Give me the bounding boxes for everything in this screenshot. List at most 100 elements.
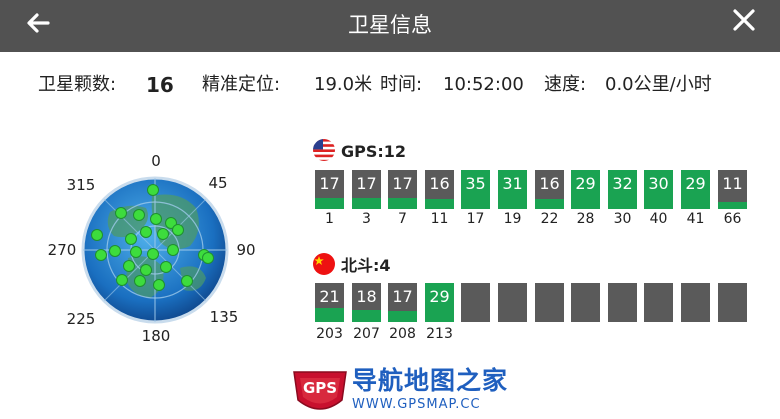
gps-shield-logo: GPS [293,371,347,410]
logo-text: GPS [303,379,337,397]
beidou-prn-label: 207 [353,326,380,342]
beidou-signal-bar [461,283,490,322]
time-value: 10:52:00 [443,74,524,95]
gps-snr-value: 16 [539,174,560,193]
watermark-name: 导航地图之家 [352,366,509,395]
satellite-dot [160,261,172,273]
satellite-dot [125,233,137,245]
gps-snr-value: 17 [356,174,377,193]
gps-snr-value: 29 [575,174,596,193]
beidou-signal-bar: 18 [352,283,381,322]
direction-label-45: 45 [208,174,227,192]
direction-label-0: 0 [151,152,161,170]
satellite-dot [109,245,121,257]
satellite-dot [150,213,162,225]
beidou-prn-label: 203 [316,326,343,342]
satellite-dot [147,248,159,260]
satellite-dot [140,226,152,238]
info-row: 卫星颗数: 16 精准定位: 19.0米 时间: 10:52:00 速度: 0.… [38,72,768,98]
gps-prn-label: 28 [576,211,595,227]
gps-snr-value: 35 [465,174,486,193]
gps-snr-value: 29 [685,174,706,193]
gps-snr-value: 17 [319,174,340,193]
speed-value: 0.0公里/小时 [605,74,712,95]
gps-signal-bar: 35 [461,170,490,209]
gps-signal-bar: 32 [608,170,637,209]
gps-signal-bar: 16 [425,170,454,209]
sat-count-label: 卫星颗数: [38,74,117,95]
gps-signal-level [535,199,564,209]
gps-snr-value: 30 [648,174,669,193]
direction-label-315: 315 [67,176,96,194]
top-bar: 卫星信息 [0,0,780,52]
satellite-dot [153,279,165,291]
beidou-snr-value: 29 [429,287,450,306]
satellite-dot [130,246,142,258]
time-label: 时间: [380,74,423,95]
satellite-dot [95,249,107,261]
satellite-dot [172,224,184,236]
gps-title: GPS:12 [341,142,407,161]
gps-prn-label: 66 [723,211,742,227]
satellite-dot [133,209,145,221]
close-button[interactable] [722,4,766,48]
beidou-prn-label: 208 [389,326,416,342]
gps-signal-bar: 31 [498,170,527,209]
satellite-dot [202,252,214,264]
usa-flag-icon [313,139,335,161]
gps-snr-value: 17 [392,174,413,193]
satellite-dot [91,229,103,241]
close-icon [733,9,755,31]
satellite-dot [116,274,128,286]
gps-prn-label: 17 [466,211,485,227]
gps-snr-value: 32 [612,174,633,193]
direction-label-270: 270 [48,241,77,259]
beidou-prn-label: 213 [426,326,453,342]
direction-label-225: 225 [67,310,96,328]
gps-signal-bar: 17 [352,170,381,209]
china-flag-icon [313,253,335,275]
arrow-left-icon [27,13,50,33]
direction-label-180: 180 [142,327,171,345]
beidou-signal-level [388,311,417,322]
beidou-signal-bar: 17 [388,283,417,322]
gps-prn-label: 22 [540,211,559,227]
sat-count-value: 16 [146,73,174,97]
speed-label: 速度: [544,74,587,95]
gps-signal-bar: 29 [571,170,600,209]
gps-prn-label: 30 [613,211,632,227]
gps-snr-value: 11 [722,174,743,193]
gps-signal-bar: 30 [644,170,673,209]
beidou-signal-bar [571,283,600,322]
gps-prn-label: 11 [430,211,449,227]
beidou-title: 北斗:4 [341,256,391,275]
back-button[interactable] [18,4,62,48]
satellite-radar: 0 45 90 135 180 225 270 315 [48,152,256,345]
beidou-signal-bar: 21 [315,283,344,322]
satellite-dot [134,275,146,287]
beidou-snr-value: 17 [392,287,413,306]
gps-snr-value: 31 [502,174,523,193]
gps-signal-level [315,198,344,209]
gps-signal-bar: 29 [681,170,710,209]
beidou-signal-bar: 29 [425,283,454,322]
satellite-dot [123,260,135,272]
gps-prn-label: 41 [686,211,705,227]
page-title: 卫星信息 [348,13,432,37]
gps-signal-level [352,198,381,209]
gps-signal-bar: 16 [535,170,564,209]
beidou-signal-bar [498,283,527,322]
watermark-url: WWW.GPSMAP.CC [352,397,481,412]
gps-signal-level [388,198,417,209]
gps-prn-label: 7 [398,211,407,227]
satellite-dot [167,244,179,256]
gps-prn-label: 3 [362,211,371,227]
gps-signal-bar: 17 [388,170,417,209]
gps-signal-bar: 11 [718,170,747,209]
satellite-dot [140,264,152,276]
satellite-dot [181,275,193,287]
direction-label-135: 135 [210,308,239,326]
gps-prn-label: 19 [503,211,522,227]
gps-signal-level [425,199,454,209]
beidou-snr-value: 21 [319,287,340,306]
